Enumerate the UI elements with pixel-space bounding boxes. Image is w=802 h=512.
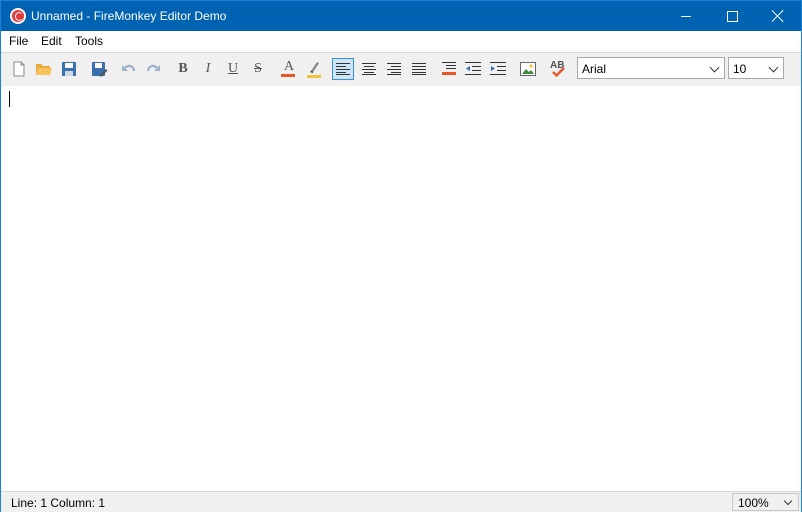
insert-image-icon [520, 62, 536, 76]
align-center-icon [362, 63, 376, 75]
minimize-button[interactable] [663, 1, 709, 31]
maximize-button[interactable] [709, 1, 755, 31]
underline-button[interactable]: U [222, 58, 244, 80]
bullets-button[interactable] [438, 58, 460, 80]
insert-image-button[interactable] [517, 58, 539, 80]
strikethrough-button[interactable]: S [247, 58, 269, 80]
align-right-button[interactable] [383, 58, 405, 80]
save-as-icon [91, 62, 107, 77]
menu-bar: File Edit Tools [1, 31, 801, 51]
justify-icon [412, 63, 426, 75]
save-as-button[interactable] [88, 58, 110, 80]
align-center-button[interactable] [358, 58, 380, 80]
font-family-value: Arial [582, 62, 607, 76]
cursor-position: Line: 1 Column: 1 [11, 496, 106, 510]
font-color-button[interactable]: A [277, 58, 299, 80]
status-bar: Line: 1 Column: 1 100% [1, 491, 801, 512]
justify-button[interactable] [408, 58, 430, 80]
toolbar: B I U S A AB Arial 10 [1, 52, 801, 87]
save-button[interactable] [58, 58, 80, 80]
underline-icon: U [227, 61, 239, 76]
open-folder-icon [36, 64, 52, 75]
save-icon [62, 62, 76, 76]
redo-button[interactable] [142, 58, 164, 80]
zoom-value: 100% [738, 496, 769, 510]
outdent-icon [465, 62, 481, 75]
redo-icon [146, 64, 160, 72]
italic-button[interactable]: I [197, 58, 219, 80]
chevron-down-icon [709, 62, 720, 73]
indent-icon [490, 62, 506, 75]
menu-file[interactable]: File [9, 34, 28, 48]
indent-button[interactable] [487, 58, 509, 80]
bullets-icon [442, 62, 456, 75]
app-logo-icon [10, 8, 26, 24]
undo-icon [122, 64, 136, 72]
font-color-icon: A [280, 60, 296, 78]
text-caret [9, 91, 10, 107]
highlight-icon [307, 62, 321, 78]
close-button[interactable] [755, 1, 801, 31]
menu-tools[interactable]: Tools [75, 34, 103, 48]
window-title: Unnamed - FireMonkey Editor Demo [31, 9, 227, 23]
bold-icon: B [178, 61, 188, 76]
highlight-button[interactable] [303, 58, 325, 80]
chevron-down-icon [768, 62, 779, 73]
italic-icon: I [205, 61, 211, 76]
menu-edit[interactable]: Edit [41, 34, 62, 48]
editor-area[interactable] [1, 86, 801, 491]
font-size-select[interactable]: 10 [728, 57, 784, 79]
new-file-icon [13, 61, 25, 77]
strikethrough-icon: S [254, 61, 262, 76]
font-size-value: 10 [733, 62, 747, 76]
close-icon [772, 10, 784, 22]
zoom-select[interactable]: 100% [732, 493, 799, 511]
align-left-button[interactable] [332, 58, 354, 80]
undo-button[interactable] [118, 58, 140, 80]
outdent-button[interactable] [462, 58, 484, 80]
spell-check-button[interactable]: AB [547, 58, 569, 80]
app-window: Unnamed - FireMonkey Editor Demo File Ed… [0, 0, 802, 512]
new-file-button[interactable] [8, 58, 30, 80]
chevron-down-icon [783, 496, 793, 506]
open-button[interactable] [33, 58, 55, 80]
font-color-letter: A [284, 59, 295, 74]
title-bar[interactable]: Unnamed - FireMonkey Editor Demo [1, 1, 801, 31]
minimize-icon [681, 15, 691, 17]
spell-check-icon: AB [549, 60, 567, 78]
bold-button[interactable]: B [172, 58, 194, 80]
align-right-icon [387, 63, 401, 75]
font-family-select[interactable]: Arial [577, 57, 725, 79]
maximize-icon [726, 10, 738, 22]
align-left-icon [336, 63, 350, 75]
